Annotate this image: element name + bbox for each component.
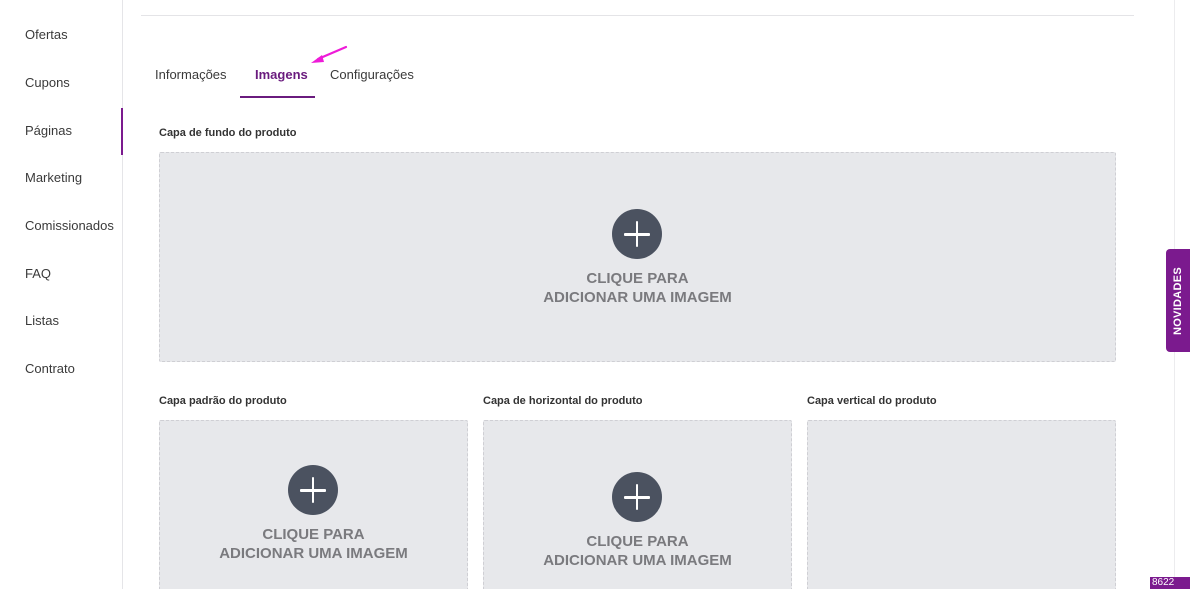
sidebar-item-paginas[interactable]: Páginas (25, 123, 72, 138)
sidebar-item-faq[interactable]: FAQ (25, 266, 51, 281)
add-image-icon (612, 472, 662, 522)
dropzone-text: CLIQUE PARA ADICIONAR UMA IMAGEM (160, 525, 467, 563)
default-cover-label: Capa padrão do produto (159, 395, 287, 407)
sidebar-active-indicator (121, 108, 123, 155)
sidebar-item-contrato[interactable]: Contrato (25, 361, 75, 376)
dropzone-text: CLIQUE PARA ADICIONAR UMA IMAGEM (484, 532, 791, 570)
sidebar-item-cupons[interactable]: Cupons (25, 75, 70, 90)
dropzone-line-1: CLIQUE PARA (586, 270, 689, 287)
novidades-button[interactable]: NOVIDADES (1166, 249, 1190, 352)
dropzone-line-2: ADICIONAR UMA IMAGEM (219, 545, 408, 562)
active-tab-underline (240, 96, 315, 98)
tab-informacoes[interactable]: Informações (155, 67, 227, 82)
novidades-label: NOVIDADES (1172, 266, 1184, 335)
sidebar: Ofertas Cupons Páginas Marketing Comissi… (0, 0, 123, 589)
dropzone-line-1: CLIQUE PARA (586, 533, 689, 550)
vertical-cover-label: Capa vertical do produto (807, 395, 937, 407)
dropzone-line-2: ADICIONAR UMA IMAGEM (543, 552, 732, 569)
header-divider (141, 15, 1134, 16)
default-cover-dropzone[interactable]: CLIQUE PARA ADICIONAR UMA IMAGEM (159, 420, 468, 589)
horizontal-cover-label: Capa de horizontal do produto (483, 395, 643, 407)
dropzone-line-1: CLIQUE PARA (262, 526, 365, 543)
add-image-icon (288, 465, 338, 515)
vertical-cover-dropzone[interactable] (807, 420, 1116, 589)
sidebar-item-marketing[interactable]: Marketing (25, 170, 82, 185)
background-cover-dropzone[interactable]: CLIQUE PARA ADICIONAR UMA IMAGEM (159, 152, 1116, 362)
add-image-icon (612, 209, 662, 259)
corner-badge: 8622 (1150, 577, 1190, 589)
sidebar-item-listas[interactable]: Listas (25, 313, 59, 328)
tab-configuracoes[interactable]: Configurações (330, 67, 414, 82)
app: Ofertas Cupons Páginas Marketing Comissi… (0, 0, 1190, 589)
tab-imagens[interactable]: Imagens (255, 67, 308, 82)
pointer-arrow-icon (311, 45, 348, 63)
dropzone-line-2: ADICIONAR UMA IMAGEM (543, 289, 732, 306)
sidebar-item-comissionados[interactable]: Comissionados (25, 218, 114, 233)
background-cover-label: Capa de fundo do produto (159, 127, 297, 139)
sidebar-item-ofertas[interactable]: Ofertas (25, 27, 68, 42)
horizontal-cover-dropzone[interactable]: CLIQUE PARA ADICIONAR UMA IMAGEM (483, 420, 792, 589)
dropzone-text: CLIQUE PARA ADICIONAR UMA IMAGEM (160, 269, 1115, 307)
